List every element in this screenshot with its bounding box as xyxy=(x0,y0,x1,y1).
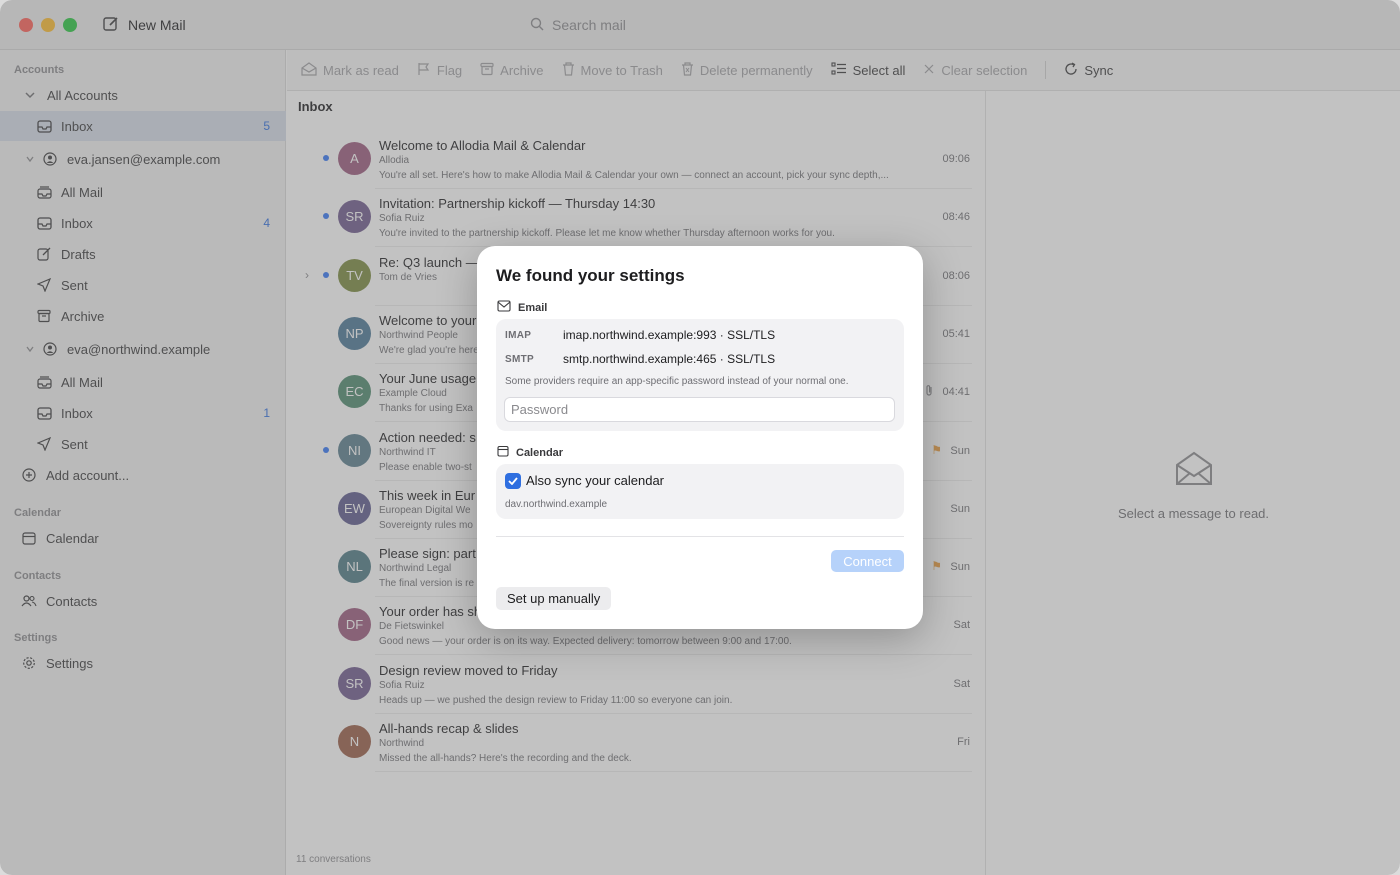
connect-button[interactable]: Connect xyxy=(831,550,904,572)
imap-row: IMAP imap.northwind.example:993 · SSL/TL… xyxy=(505,328,775,342)
calendar-card: Also sync your calendar dav.northwind.ex… xyxy=(496,464,904,519)
imap-label: IMAP xyxy=(505,329,532,341)
email-servers-card: IMAP imap.northwind.example:993 · SSL/TL… xyxy=(496,319,904,431)
email-section-label: Email xyxy=(518,301,548,314)
password-input[interactable] xyxy=(504,397,895,422)
imap-value: imap.northwind.example:993 · SSL/TLS xyxy=(563,328,776,342)
calendar-section-label: Calendar xyxy=(516,446,564,459)
settings-found-dialog: We found your settings Email IMAP imap.n… xyxy=(477,246,923,629)
dav-host: dav.northwind.example xyxy=(505,499,608,510)
password-hint: Some providers require an app-specific p… xyxy=(505,376,849,387)
sync-calendar-label[interactable]: Also sync your calendar xyxy=(526,473,664,488)
calendar-icon xyxy=(497,445,509,460)
sync-calendar-checkbox[interactable] xyxy=(505,473,521,489)
email-section-header: Email xyxy=(497,300,547,315)
setup-manually-button[interactable]: Set up manually xyxy=(496,587,612,610)
smtp-label: SMTP xyxy=(505,353,534,365)
smtp-value: smtp.northwind.example:465 · SSL/TLS xyxy=(563,352,776,366)
mail-window: New Mail Search mail Accounts All Accoun… xyxy=(0,0,1400,875)
dialog-divider xyxy=(496,536,904,537)
smtp-row: SMTP smtp.northwind.example:465 · SSL/TL… xyxy=(505,352,775,366)
dialog-title: We found your settings xyxy=(496,266,685,285)
envelope-icon xyxy=(497,300,511,315)
calendar-section-header: Calendar xyxy=(497,445,563,460)
checkmark-icon xyxy=(508,472,518,490)
